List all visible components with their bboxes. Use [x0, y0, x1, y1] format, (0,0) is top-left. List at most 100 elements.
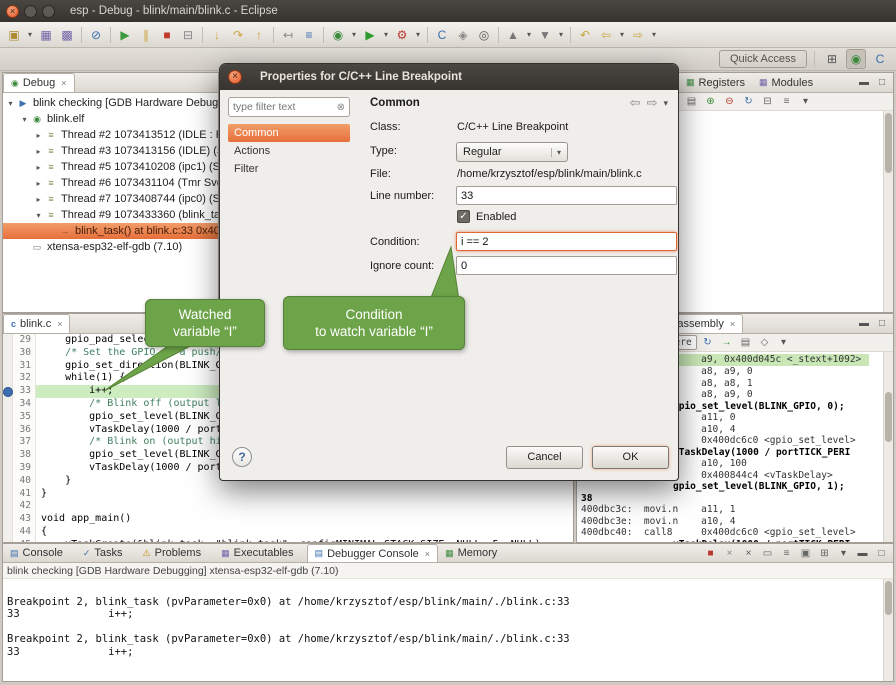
- disassembly-line[interactable]: 38: [577, 493, 893, 505]
- maximize-view-button[interactable]: □: [873, 545, 890, 561]
- window-close-button[interactable]: ×: [6, 5, 19, 18]
- quick-access-button[interactable]: Quick Access: [719, 50, 807, 68]
- code-text[interactable]: void app_main(): [36, 513, 573, 526]
- breakpoint-ruler[interactable]: [3, 449, 13, 462]
- close-icon[interactable]: ×: [730, 319, 735, 329]
- window-titlebar[interactable]: × esp - Debug - blink/main/blink.c - Ecl…: [0, 0, 896, 22]
- close-icon[interactable]: ×: [61, 78, 66, 88]
- ok-button[interactable]: OK: [592, 446, 669, 469]
- close-icon[interactable]: ×: [57, 319, 62, 329]
- breakpoint-ruler[interactable]: [3, 411, 13, 424]
- step-over-button[interactable]: ↷: [228, 25, 248, 45]
- maximize-view-icon[interactable]: □: [874, 75, 890, 91]
- breakpoint-ruler[interactable]: [3, 488, 13, 501]
- expander-icon[interactable]: ▸: [33, 147, 44, 156]
- disconnect-button[interactable]: ⊟: [178, 25, 198, 45]
- tab-debug[interactable]: ◉ Debug ×: [3, 73, 75, 92]
- breakpoint-ruler[interactable]: [3, 360, 13, 373]
- remove-launch-button[interactable]: ×: [721, 545, 738, 561]
- next-annotation-button[interactable]: ▼: [535, 25, 555, 45]
- save-button[interactable]: ▦: [36, 25, 56, 45]
- cpp-perspective-button[interactable]: C: [870, 49, 890, 69]
- cancel-button[interactable]: Cancel: [506, 446, 583, 469]
- new-c-project-button[interactable]: C: [432, 25, 452, 45]
- breakpoint-ruler[interactable]: [3, 475, 13, 488]
- search-button[interactable]: ◎: [474, 25, 494, 45]
- type-dropdown[interactable]: Regular ▾: [456, 142, 568, 162]
- clear-console-button[interactable]: ▭: [759, 545, 776, 561]
- launch-item[interactable]: ▾ ▶ blink checking [GDB Hardware Debuggi…: [3, 95, 218, 111]
- code-line[interactable]: 44 {: [3, 526, 573, 539]
- back-icon[interactable]: ⇦: [630, 95, 641, 111]
- build-button[interactable]: ◈: [453, 25, 473, 45]
- breakpoint-ruler[interactable]: [3, 424, 13, 437]
- breakpoint-ruler[interactable]: [3, 462, 13, 475]
- console-menu-arrow[interactable]: ▾: [835, 545, 852, 561]
- breakpoint-ruler[interactable]: [3, 500, 13, 513]
- code-line[interactable]: 41 }: [3, 488, 573, 501]
- breakpoint-ruler[interactable]: [3, 513, 13, 526]
- skip-breakpoints-button[interactable]: ⊘: [86, 25, 106, 45]
- new-wizard-button[interactable]: ▣: [4, 25, 24, 45]
- refresh-registers-button[interactable]: ↻: [740, 94, 757, 110]
- debug-menu-arrow[interactable]: ▾: [349, 25, 359, 45]
- disassembly-line[interactable]: 400dbc3c: movi.n a11, 1: [577, 504, 893, 516]
- forward-menu-arrow[interactable]: ▾: [649, 25, 659, 45]
- window-minimize-button[interactable]: [24, 5, 37, 18]
- instruction-stepping-button[interactable]: ≡: [299, 25, 319, 45]
- goto-pc-button[interactable]: →: [718, 335, 735, 351]
- add-register-group-button[interactable]: ⊕: [702, 94, 719, 110]
- console-output[interactable]: Breakpoint 2, blink_task (pvParameter=0x…: [3, 579, 893, 681]
- new-menu-arrow[interactable]: ▾: [25, 25, 35, 45]
- tab-tasks[interactable]: ✓ Tasks: [76, 544, 136, 562]
- nav-item-filter[interactable]: Filter: [228, 160, 350, 178]
- back-button[interactable]: ⇦: [596, 25, 616, 45]
- resume-button[interactable]: ▶: [115, 25, 135, 45]
- disassembly-line[interactable]: 400dbc40: call8 0x400dc6c0 <gpio_set_lev…: [577, 527, 893, 539]
- debug-perspective-button[interactable]: ◉: [846, 49, 866, 69]
- forward-button[interactable]: ⇨: [628, 25, 648, 45]
- registers-menu-arrow[interactable]: ▾: [797, 94, 814, 110]
- code-text[interactable]: xTaskCreate(&blink_task, "blink_task", c…: [36, 539, 573, 542]
- dialog-close-button[interactable]: ×: [228, 70, 242, 84]
- line-number-field[interactable]: [456, 186, 677, 205]
- expander-icon[interactable]: ▾: [19, 115, 30, 124]
- tab-modules[interactable]: ▦ Modules: [752, 73, 820, 92]
- thread-item[interactable]: ▸ ≡ Thread #2 1073413512 (IDLE : Running…: [3, 127, 218, 143]
- open-console-button[interactable]: ⊞: [816, 545, 833, 561]
- last-edit-location-button[interactable]: ↶: [575, 25, 595, 45]
- previous-annotation-button[interactable]: ▲: [503, 25, 523, 45]
- thread-item[interactable]: ▸ ≡ Thread #3 1073413156 (IDLE) (Suspend…: [3, 143, 218, 159]
- close-icon[interactable]: ×: [425, 549, 430, 559]
- tab-registers[interactable]: ▦ Registers: [679, 73, 752, 92]
- code-line[interactable]: 42: [3, 500, 573, 513]
- debug-button[interactable]: ◉: [328, 25, 348, 45]
- thread-item[interactable]: ▸ ≡ Thread #7 1073408744 (ipc0) (Suspend…: [3, 191, 218, 207]
- show-debug-contexts-button[interactable]: ▤: [683, 94, 700, 110]
- code-text[interactable]: }: [36, 488, 573, 501]
- disassembly-line[interactable]: vTaskDelay(1000 / portTICK_PERI: [577, 539, 893, 543]
- console-scrollbar[interactable]: [883, 579, 893, 681]
- condition-field[interactable]: [456, 232, 677, 251]
- remove-register-group-button[interactable]: ⊖: [721, 94, 738, 110]
- suspend-button[interactable]: ∥: [136, 25, 156, 45]
- breakpoint-ruler[interactable]: [3, 436, 13, 449]
- external-tools-button[interactable]: ⚙: [392, 25, 412, 45]
- view-menu-icon[interactable]: ▾: [663, 98, 668, 109]
- disassembly-line[interactable]: 400dbc3e: movi.n a10, 4: [577, 516, 893, 528]
- thread-item[interactable]: ▸ ≡ Thread #5 1073410208 (ipc1) (Suspend…: [3, 159, 218, 175]
- show-source-button[interactable]: ▤: [737, 335, 754, 351]
- tab-console[interactable]: ▤ Console: [3, 544, 76, 562]
- nav-item-common[interactable]: Common: [228, 124, 350, 142]
- open-perspective-button[interactable]: ⊞: [822, 49, 842, 69]
- nav-item-actions[interactable]: Actions: [228, 142, 350, 160]
- disassembly-scrollbar[interactable]: [883, 352, 893, 542]
- breakpoint-ruler[interactable]: [3, 347, 13, 360]
- ignore-count-field[interactable]: [456, 256, 677, 275]
- expander-icon[interactable]: ▸: [33, 195, 44, 204]
- breakpoint-ruler[interactable]: [3, 539, 13, 542]
- run-menu-arrow[interactable]: ▾: [381, 25, 391, 45]
- terminate-button[interactable]: ■: [157, 25, 177, 45]
- tab-memory[interactable]: ▦ Memory: [438, 544, 510, 562]
- tab-problems[interactable]: ⚠ Problems: [136, 544, 215, 562]
